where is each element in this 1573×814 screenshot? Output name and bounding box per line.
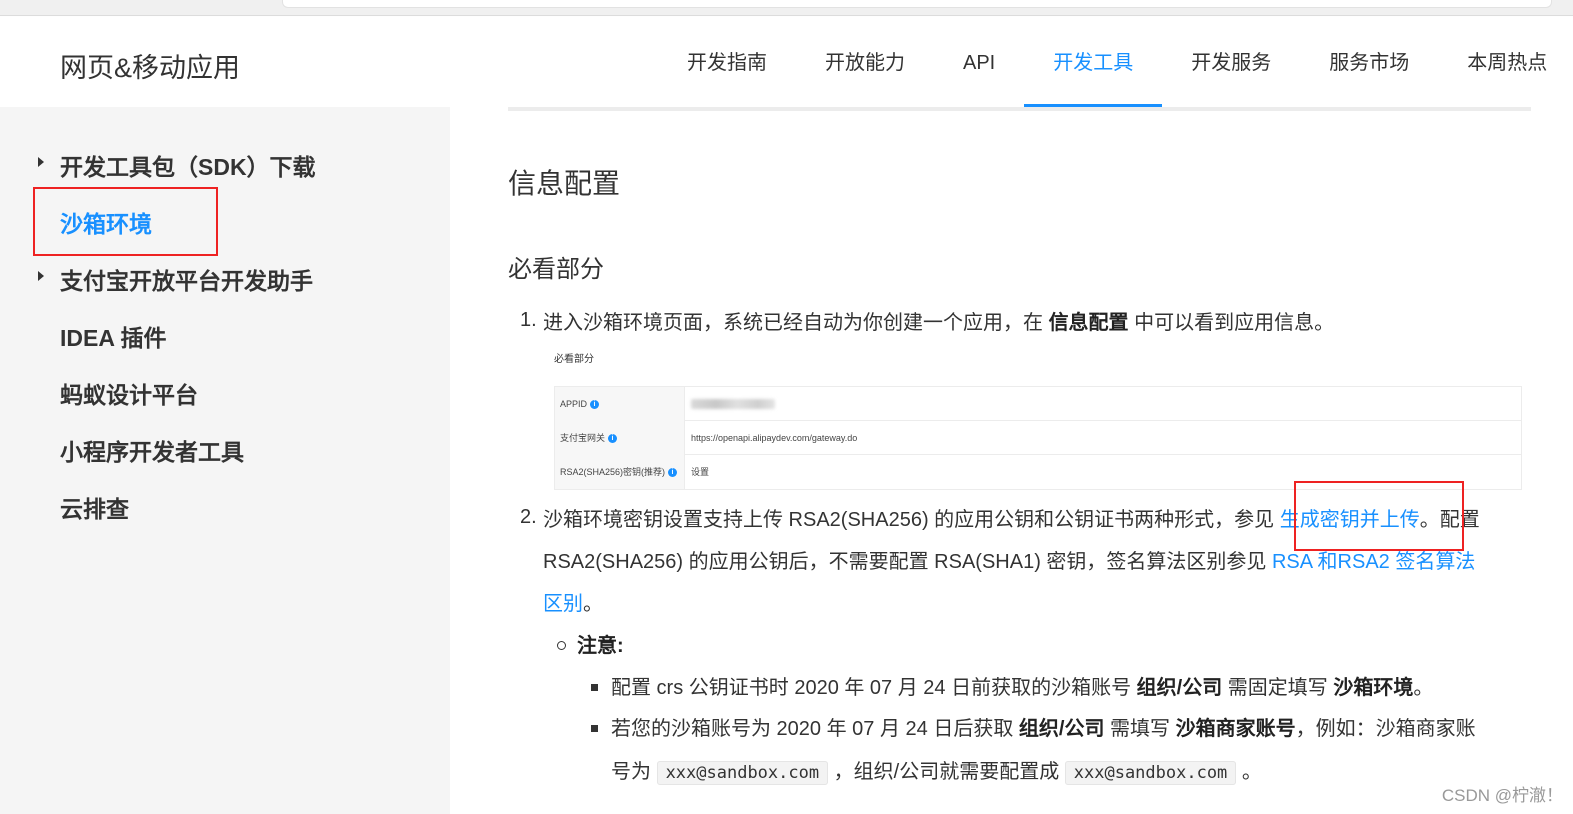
- rsa-compare-link[interactable]: RSA 和RSA2 签名算法: [1272, 551, 1475, 573]
- nav-item-dev-services[interactable]: 开发服务: [1162, 17, 1300, 107]
- embedded-screenshot-table: APPID i 支付宝网关 i https://openapi.alipaydev.…: [554, 386, 1522, 490]
- step2-line2: RSA2(SHA256) 的应用公钥后，不需要配置 RSA(SHA1) 密钥，签…: [543, 551, 1476, 573]
- note-item-2-line2: 号为 xxx@sandbox.com ，组织/公司就需要配置成 xxx@sand…: [611, 761, 1262, 785]
- page-title: 信息配置: [508, 168, 621, 199]
- sidebar: 开发工具包（SDK）下载 沙箱环境 支付宝开放平台开发助手 IDEA 插件 蚂蚁…: [0, 107, 450, 814]
- row-label: RSA2(SHA256)密钥(推荐) i: [555, 455, 685, 489]
- rsa2-set-link[interactable]: 设置: [691, 455, 709, 489]
- code-inline: xxx@sandbox.com: [1064, 761, 1237, 785]
- table-row: APPID i: [555, 387, 1521, 421]
- caret-right-icon[interactable]: [38, 271, 44, 281]
- square-bullet-icon: [591, 725, 598, 732]
- section-title: 必看部分: [508, 256, 604, 283]
- info-icon: i: [668, 468, 678, 478]
- browser-top-strip: [0, 0, 1573, 16]
- embedded-screenshot-title: 必看部分: [554, 354, 594, 365]
- info-icon: i: [590, 400, 600, 410]
- code-inline: xxx@sandbox.com: [656, 761, 829, 785]
- step-number: 1.: [520, 309, 537, 331]
- main-content: 信息配置 必看部分 1. 进入沙箱环境页面，系统已经自动为你创建一个应用，在 信…: [450, 107, 1573, 814]
- gateway-value: https://openapi.alipaydev.com/gateway.do: [691, 433, 858, 443]
- note-item-1: 配置 crs 公钥证书时 2020 年 07 月 24 日前获取的沙箱账号 组织…: [611, 677, 1434, 699]
- site-header: 网页&移动应用 开发指南 开放能力 API 开发工具 开发服务 服务市场 本周热…: [0, 17, 1573, 107]
- step1-text: 进入沙箱环境页面，系统已经自动为你创建一个应用，在 信息配置 中可以看到应用信息…: [543, 312, 1335, 334]
- square-bullet-icon: [591, 684, 598, 691]
- sidebar-item-cloud-troubleshoot[interactable]: 云排查: [60, 490, 129, 524]
- step2-line3: 区别。: [543, 593, 603, 615]
- nav-item-open-capability[interactable]: 开放能力: [796, 17, 934, 107]
- sidebar-item-ant-design[interactable]: 蚂蚁设计平台: [60, 376, 198, 410]
- content-divider: [508, 107, 1531, 111]
- step1-bold: 信息配置: [1048, 312, 1129, 334]
- rsa-compare-link-cont[interactable]: 区别: [543, 593, 583, 615]
- nav-item-dev-tools[interactable]: 开发工具: [1024, 17, 1163, 107]
- sidebar-item-sandbox[interactable]: 沙箱环境: [60, 205, 152, 239]
- address-bar[interactable]: [282, 0, 1552, 8]
- sidebar-item-dev-assistant[interactable]: 支付宝开放平台开发助手: [60, 262, 313, 296]
- site-brand[interactable]: 网页&移动应用: [60, 46, 240, 85]
- blurred-appid-value: [691, 399, 775, 409]
- nav-item-dev-guide[interactable]: 开发指南: [658, 17, 796, 107]
- table-row: 支付宝网关 i https://openapi.alipaydev.com/gat…: [555, 421, 1521, 455]
- caret-right-icon[interactable]: [38, 157, 44, 167]
- note-label: 注意:: [577, 635, 624, 657]
- top-nav: 开发指南 开放能力 API 开发工具 开发服务 服务市场 本周热点: [658, 17, 1573, 107]
- nav-item-weekly-hot[interactable]: 本周热点: [1438, 17, 1573, 107]
- sidebar-item-idea-plugin[interactable]: IDEA 插件: [60, 319, 167, 353]
- circle-bullet-icon: [557, 641, 566, 650]
- info-icon: i: [608, 434, 618, 444]
- note-item-2: 若您的沙箱账号为 2020 年 07 月 24 日后获取 组织/公司 需填写 沙…: [611, 718, 1476, 740]
- step-number: 2.: [520, 506, 537, 528]
- row-label: 支付宝网关 i: [555, 421, 685, 455]
- highlight-box-generate-key: [1294, 481, 1464, 551]
- csdn-watermark: CSDN @柠澈！: [1441, 786, 1563, 805]
- nav-item-service-market[interactable]: 服务市场: [1300, 17, 1438, 107]
- row-label: APPID i: [555, 387, 685, 421]
- nav-item-api[interactable]: API: [934, 17, 1024, 107]
- sidebar-item-sdk-download[interactable]: 开发工具包（SDK）下载: [60, 148, 316, 182]
- sidebar-item-miniprogram-tools[interactable]: 小程序开发者工具: [60, 433, 244, 467]
